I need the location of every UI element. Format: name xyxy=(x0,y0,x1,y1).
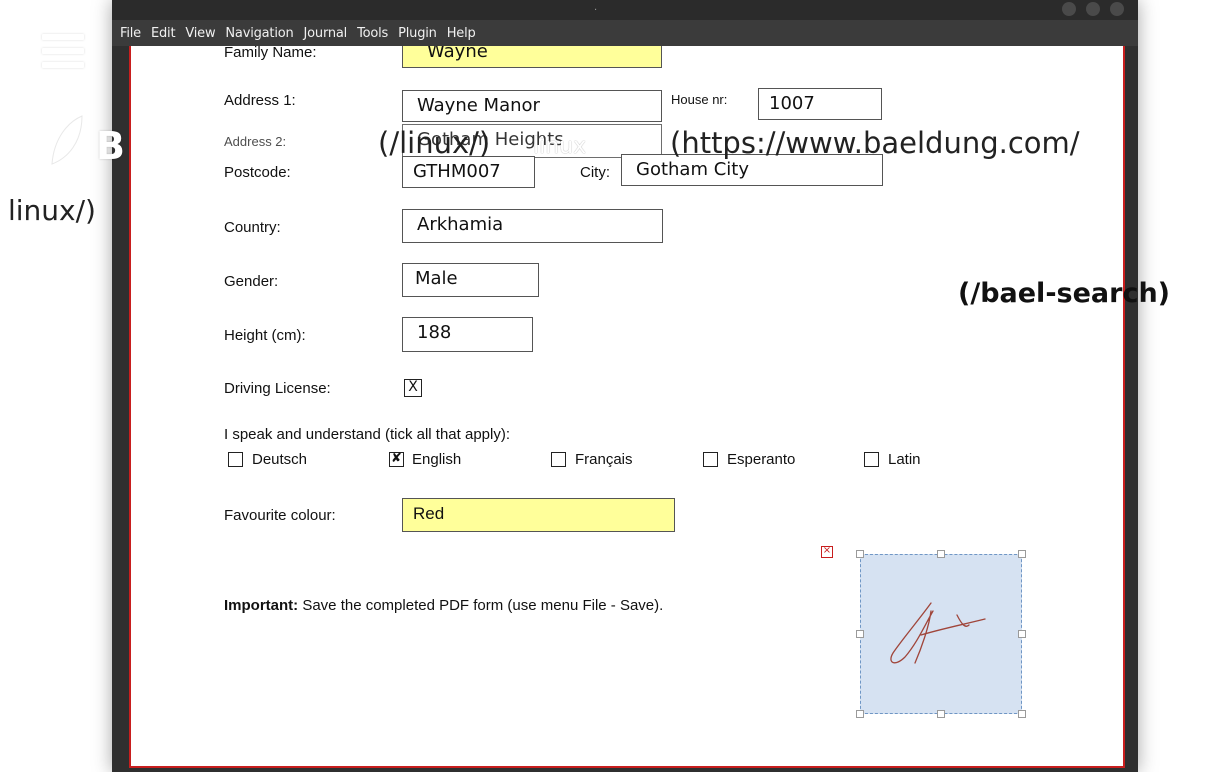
gender-field[interactable]: Male xyxy=(402,263,539,297)
baeldung-url-link-cont[interactable]: linux/) xyxy=(8,194,96,227)
country-field[interactable]: Arkhamia xyxy=(402,209,663,243)
search-link[interactable]: (/bael-search) xyxy=(958,278,1170,309)
menu-journal[interactable]: Journal xyxy=(304,26,348,41)
close-window-button[interactable] xyxy=(1110,2,1124,16)
resize-handle-t[interactable] xyxy=(937,550,945,558)
english-label: English xyxy=(412,451,462,468)
menu-navigation[interactable]: Navigation xyxy=(225,26,293,41)
important-note-bold: Important: xyxy=(224,597,299,614)
family-name-label: Family Name: xyxy=(224,46,317,61)
linux-link[interactable]: (/linux/) xyxy=(378,126,490,160)
height-label: Height (cm): xyxy=(224,327,306,344)
minimize-button[interactable] xyxy=(1062,2,1076,16)
favourite-colour-field[interactable]: Red xyxy=(402,498,675,532)
menu-help[interactable]: Help xyxy=(447,26,476,41)
address1-label: Address 1: xyxy=(224,92,296,109)
languages-label: I speak and understand (tick all that ap… xyxy=(224,426,510,443)
resize-handle-tr[interactable] xyxy=(1018,550,1026,558)
postcode-label: Postcode: xyxy=(224,164,291,181)
signature-box[interactable] xyxy=(860,554,1022,714)
postcode-field[interactable]: GTHM007 xyxy=(402,156,535,188)
menu-bar: File Edit View Navigation Journal Tools … xyxy=(112,20,1138,46)
menu-file[interactable]: File xyxy=(120,26,141,41)
hamburger-menu-icon[interactable] xyxy=(42,34,84,74)
driving-license-checkbox[interactable]: X xyxy=(404,379,422,397)
menu-edit[interactable]: Edit xyxy=(151,26,176,41)
deutsch-checkbox[interactable] xyxy=(228,452,243,467)
resize-handle-r[interactable] xyxy=(1018,630,1026,638)
important-note: Important: Save the completed PDF form (… xyxy=(224,597,663,614)
baeldung-url-link[interactable]: (https://www.baeldung.com/ xyxy=(670,126,1080,160)
country-label: Country: xyxy=(224,219,281,236)
height-field[interactable]: 188 xyxy=(402,317,533,352)
logo-letter: B xyxy=(96,124,125,168)
city-label: City: xyxy=(580,164,610,181)
resize-handle-bl[interactable] xyxy=(856,710,864,718)
english-checkbox[interactable]: ✘ xyxy=(389,452,404,467)
linux-link-text[interactable]: linux xyxy=(533,134,586,159)
menu-plugin[interactable]: Plugin xyxy=(398,26,437,41)
close-icon[interactable]: × xyxy=(821,546,833,558)
esperanto-label: Esperanto xyxy=(727,451,796,468)
app-window: . File Edit View Navigation Journal Tool… xyxy=(112,0,1138,772)
house-nr-label: House nr: xyxy=(671,92,728,107)
resize-handle-l[interactable] xyxy=(856,630,864,638)
screenshot-root: . File Edit View Navigation Journal Tool… xyxy=(0,0,1214,772)
driving-license-label: Driving License: xyxy=(224,380,331,397)
resize-handle-tl[interactable] xyxy=(856,550,864,558)
esperanto-checkbox[interactable] xyxy=(703,452,718,467)
resize-handle-b[interactable] xyxy=(937,710,945,718)
francais-label: Français xyxy=(575,451,633,468)
address2-label: Address 2: xyxy=(224,134,287,149)
address1-field[interactable]: Wayne Manor xyxy=(402,90,662,122)
important-note-text: Save the completed PDF form (use menu Fi… xyxy=(298,597,664,614)
maximize-button[interactable] xyxy=(1086,2,1100,16)
francais-checkbox[interactable] xyxy=(551,452,566,467)
title-bar: . xyxy=(112,0,1138,20)
deutsch-label: Deutsch xyxy=(252,451,308,468)
latin-label: Latin xyxy=(888,451,921,468)
house-nr-field[interactable]: 1007 xyxy=(758,88,882,120)
favourite-colour-label: Favourite colour: xyxy=(224,507,336,524)
menu-tools[interactable]: Tools xyxy=(357,26,388,41)
gender-label: Gender: xyxy=(224,273,279,290)
leaf-logo-icon xyxy=(51,115,83,165)
resize-handle-br[interactable] xyxy=(1018,710,1026,718)
menu-view[interactable]: View xyxy=(185,26,215,41)
window-title: . xyxy=(594,2,598,13)
latin-checkbox[interactable] xyxy=(864,452,879,467)
signature-drawing xyxy=(890,602,986,664)
family-name-field[interactable]: Wayne xyxy=(402,46,662,68)
